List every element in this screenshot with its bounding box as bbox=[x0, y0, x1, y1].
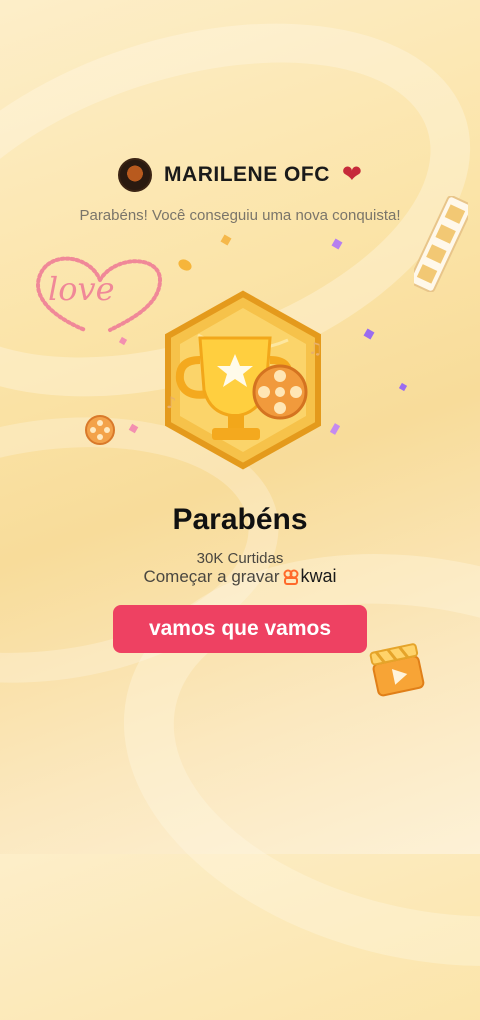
confetti bbox=[128, 423, 139, 434]
heart-icon: ❤ bbox=[341, 161, 362, 188]
confetti bbox=[398, 382, 408, 392]
avatar[interactable] bbox=[118, 158, 153, 192]
trophy-badge-icon: ♪ ♫ bbox=[165, 290, 322, 470]
confetti bbox=[220, 234, 232, 246]
love-doodle: love bbox=[30, 250, 170, 345]
film-strip-icon bbox=[414, 196, 468, 292]
clapperboard-icon bbox=[369, 643, 425, 697]
svg-text:♪: ♪ bbox=[166, 393, 176, 412]
vamos-button[interactable]: vamos que vamos bbox=[113, 605, 367, 653]
confetti bbox=[363, 328, 375, 340]
username: MARILENE OFC bbox=[164, 163, 330, 186]
achievement-likes: 30K Curtidas bbox=[196, 550, 284, 567]
love-text: love bbox=[48, 270, 115, 308]
film-reel-icon bbox=[85, 415, 115, 445]
achievement-subtitle: Parabéns! Você conseguiu uma nova conqui… bbox=[79, 207, 401, 224]
confetti bbox=[176, 257, 194, 273]
record-text: Começar a gravar bbox=[143, 566, 280, 586]
svg-text:♫: ♫ bbox=[308, 339, 322, 358]
kwai-brand-text: kwai bbox=[300, 566, 337, 586]
profile-header: MARILENE OFC ❤ bbox=[0, 158, 480, 192]
confetti bbox=[329, 423, 341, 435]
achievement-title: Parabéns bbox=[172, 503, 308, 536]
record-line: Começar a gravar kwai bbox=[0, 566, 480, 587]
confetti bbox=[331, 238, 343, 250]
kwai-logo-icon bbox=[283, 569, 299, 585]
